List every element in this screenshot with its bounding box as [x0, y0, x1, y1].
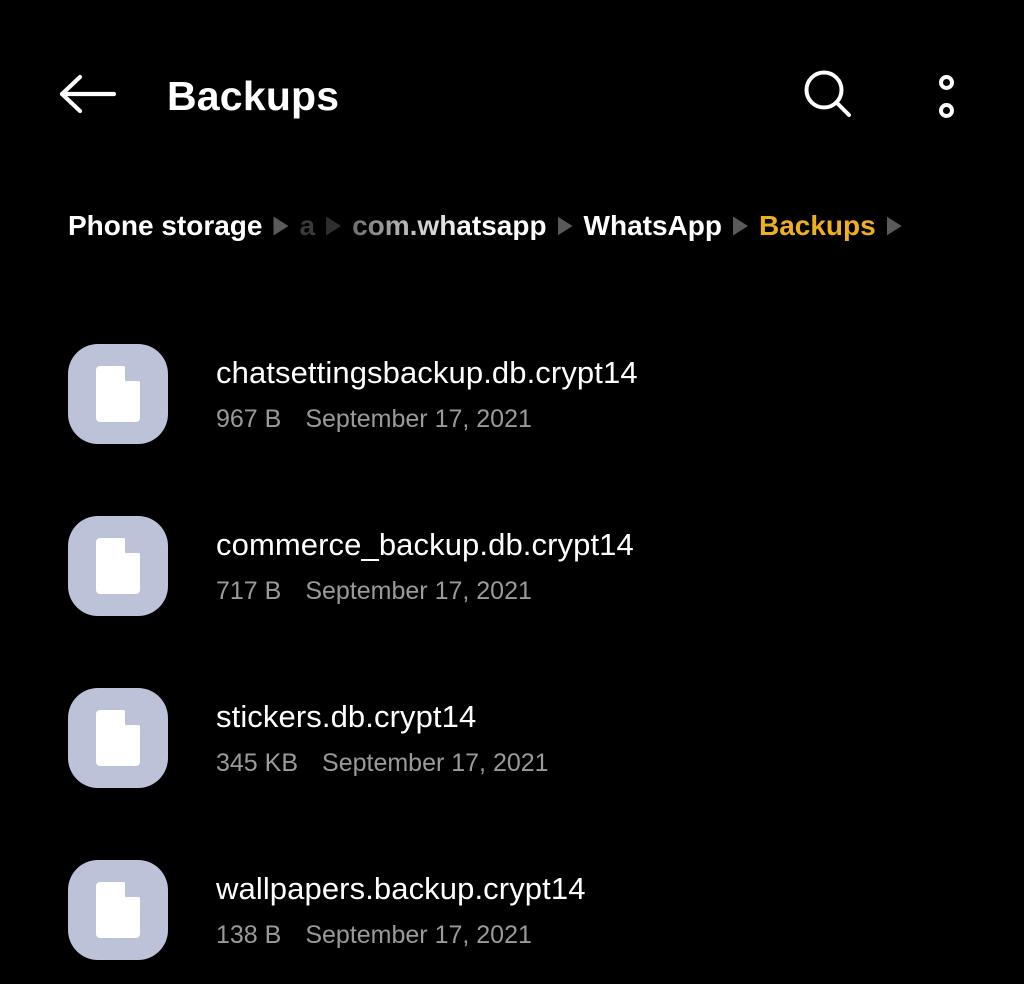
file-date: September 17, 2021 [322, 748, 549, 777]
triangle-right-icon [326, 216, 342, 236]
table-row[interactable]: stickers.db.crypt14 345 KB September 17,… [0, 652, 1024, 824]
breadcrumb-item-com-whatsapp[interactable]: com.whatsapp [352, 212, 546, 240]
table-row[interactable]: wallpapers.backup.crypt14 138 B Septembe… [0, 824, 1024, 984]
file-info: chatsettingsbackup.db.crypt14 967 B Sept… [216, 355, 1024, 433]
file-list[interactable]: chatsettingsbackup.db.crypt14 967 B Sept… [0, 308, 1024, 984]
document-file-icon [68, 516, 168, 616]
triangle-right-icon [886, 216, 902, 236]
file-name: chatsettingsbackup.db.crypt14 [216, 354, 638, 390]
search-icon [802, 68, 854, 125]
back-button[interactable] [52, 62, 124, 130]
breadcrumb-row: Phone storage a com.whatsapp WhatsApp Ba… [68, 198, 913, 254]
triangle-right-icon [732, 216, 748, 236]
table-row[interactable]: commerce_backup.db.crypt14 717 B Septemb… [0, 480, 1024, 652]
file-date: September 17, 2021 [305, 920, 532, 949]
file-size: 717 B [216, 576, 282, 605]
arrow-left-icon [59, 73, 117, 120]
triangle-right-icon [557, 216, 573, 236]
more-vertical-icon-dot-2 [938, 102, 954, 118]
file-manager-screen: Backups Phone storage a com.whatsapp Wha… [0, 0, 1024, 984]
breadcrumb[interactable]: Phone storage a com.whatsapp WhatsApp Ba… [0, 198, 1024, 254]
file-info: wallpapers.backup.crypt14 138 B Septembe… [216, 871, 1024, 949]
file-subtitle: 345 KB September 17, 2021 [216, 748, 1024, 778]
triangle-right-icon [273, 216, 289, 236]
breadcrumb-item-backups[interactable]: Backups [759, 212, 876, 240]
file-size: 967 B [216, 404, 282, 433]
overflow-menu-button[interactable] [916, 62, 976, 130]
breadcrumb-item-a[interactable]: a [299, 212, 315, 240]
file-subtitle: 138 B September 17, 2021 [216, 920, 1024, 950]
file-name: stickers.db.crypt14 [216, 698, 477, 734]
document-file-icon [68, 344, 168, 444]
file-subtitle: 967 B September 17, 2021 [216, 404, 1024, 434]
file-size: 138 B [216, 920, 282, 949]
document-file-icon [68, 688, 168, 788]
file-subtitle: 717 B September 17, 2021 [216, 576, 1024, 606]
file-info: commerce_backup.db.crypt14 717 B Septemb… [216, 527, 1024, 605]
document-file-icon [68, 860, 168, 960]
breadcrumb-item-whatsapp[interactable]: WhatsApp [584, 212, 722, 240]
file-date: September 17, 2021 [305, 576, 532, 605]
file-info: stickers.db.crypt14 345 KB September 17,… [216, 699, 1024, 777]
search-button[interactable] [794, 62, 862, 130]
file-date: September 17, 2021 [305, 404, 532, 433]
page-title: Backups [167, 72, 340, 119]
breadcrumb-item-phone-storage[interactable]: Phone storage [68, 212, 262, 240]
more-vertical-icon-dot-1 [938, 74, 954, 90]
file-name: commerce_backup.db.crypt14 [216, 526, 634, 562]
file-name: wallpapers.backup.crypt14 [216, 870, 586, 906]
table-row[interactable]: chatsettingsbackup.db.crypt14 967 B Sept… [0, 308, 1024, 480]
app-bar: Backups [0, 0, 1024, 190]
file-size: 345 KB [216, 748, 299, 777]
